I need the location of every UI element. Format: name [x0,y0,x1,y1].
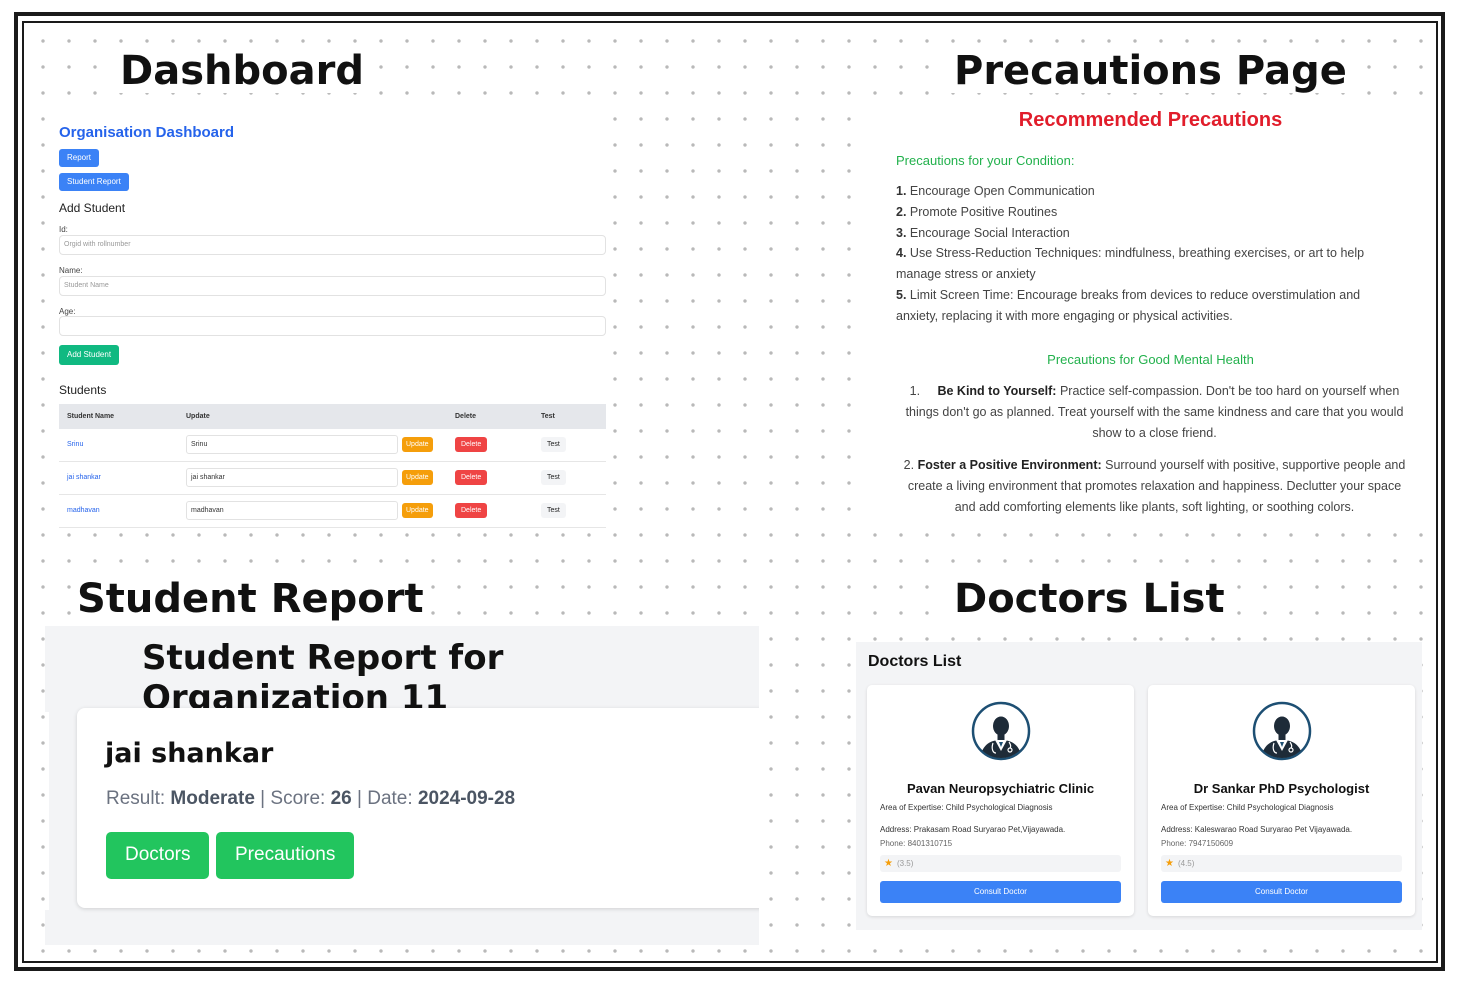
add-student-heading: Add Student [59,201,126,215]
doctor-phone: Phone: 7947150609 [1161,839,1234,848]
test-button[interactable]: Test [541,437,566,452]
doctor-address: Address: Kaleswarao Road Suryarao Pet Vi… [1161,825,1353,834]
update-name-input[interactable]: Srinu [186,435,398,454]
doctors-panel: Doctors List Pavan Neuropsychiatric Clin… [856,642,1422,930]
update-button[interactable]: Update [402,437,433,452]
update-button[interactable]: Update [402,503,433,518]
doctor-address: Address: Prakasam Road Suryarao Pet,Vija… [880,825,1066,834]
dashboard-panel: Organisation Dashboard Report Student Re… [46,116,610,528]
student-report-title: Student Report for Organization 11 [142,638,504,718]
list-item: 5. Limit Screen Time: Encourage breaks f… [896,287,1361,323]
star-icon: ★ [884,858,893,869]
section-title-dashboard: Dashboard [114,49,370,93]
star-icon: ★ [1165,858,1174,869]
doctor-rating: ★ (3.5) [880,855,1121,872]
delete-button[interactable]: Delete [455,503,488,518]
table-row: jai shankar jai shankar Update Delete Te… [59,462,606,495]
list-item: 1. Encourage Open Communication [896,184,1095,198]
date-value: 2024-09-28 [417,788,516,809]
doctor-card: Dr Sankar PhD Psychologist Area of Exper… [1148,685,1415,916]
update-name-input[interactable]: madhavan [186,501,398,520]
dashboard-title: Organisation Dashboard [59,124,235,141]
test-button[interactable]: Test [541,503,566,518]
report-summary: Result: Moderate | Score: 26 | Date: 202… [106,788,516,809]
consult-doctor-button[interactable]: Consult Doctor [1161,881,1402,903]
column-header-update: Update [186,413,210,420]
doctor-rating: ★ (4.5) [1161,855,1402,872]
student-report-button[interactable]: Student Report [59,173,129,191]
age-input[interactable] [59,316,606,336]
doctor-avatar-icon [971,701,1031,761]
precautions-panel: Recommended Precautions Precautions for … [873,103,1428,523]
mental-health-item: 2. Foster a Positive Environment: Surrou… [903,458,1406,514]
precautions-title: Recommended Precautions [1018,109,1283,131]
add-student-button[interactable]: Add Student [59,345,120,365]
condition-heading: Precautions for your Condition: [896,153,1075,168]
id-label: Id: [59,225,68,234]
condition-list: 1. Encourage Open Communication 2. Promo… [896,181,1401,327]
table-row: Srinu Srinu Update Delete Test [59,429,606,462]
list-item: 4. Use Stress-Reduction Techniques: mind… [896,246,1365,282]
doctors-button[interactable]: Doctors [106,832,210,879]
list-item: 3. Encourage Social Interaction [896,225,1070,240]
result-value: Moderate [170,788,255,809]
doctor-expertise: Area of Expertise: Child Psychological D… [880,803,1053,812]
age-label: Age: [59,307,76,316]
students-table-header: Student Name Update Delete Test [59,404,606,429]
column-header-test: Test [541,413,555,420]
doctor-avatar-icon [1252,701,1312,761]
table-row: madhavan madhavan Update Delete Test [59,495,606,528]
column-header-delete: Delete [455,413,477,420]
section-title-student-report: Student Report [71,577,430,621]
mental-health-item: 1. Be Kind to Yourself: Practice self-co… [905,384,1404,440]
precautions-button[interactable]: Precautions [216,832,355,879]
delete-button[interactable]: Delete [455,470,488,485]
student-name: jai shankar [105,738,274,769]
student-name-link[interactable]: Srinu [67,441,83,448]
doctor-name: Pavan Neuropsychiatric Clinic [906,781,1095,796]
student-report-card: jai shankar Result: Moderate | Score: 26… [77,708,759,908]
consult-doctor-button[interactable]: Consult Doctor [880,881,1121,903]
update-button[interactable]: Update [402,470,433,485]
score-value: 26 [330,788,352,809]
report-button[interactable]: Report [59,149,100,167]
student-name-link[interactable]: madhavan [67,507,100,514]
delete-button[interactable]: Delete [455,437,488,452]
previous-card-edge [45,712,49,910]
name-label: Name: [59,266,83,275]
name-input[interactable]: Student Name [59,276,606,296]
doctor-phone: Phone: 8401310715 [880,839,953,848]
mental-health-heading: Precautions for Good Mental Health [1047,352,1254,367]
student-report-panel: Student Report for Organization 11 jai s… [45,626,759,945]
test-button[interactable]: Test [541,470,566,485]
doctor-expertise: Area of Expertise: Child Psychological D… [1161,803,1334,812]
doctor-card: Pavan Neuropsychiatric Clinic Area of Ex… [867,685,1134,916]
students-heading: Students [59,383,107,397]
doctor-name: Dr Sankar PhD Psychologist [1193,781,1370,796]
doctors-list-title: Doctors List [868,653,962,670]
section-title-precautions: Precautions Page [948,49,1353,93]
section-title-doctors: Doctors List [948,577,1231,621]
list-item: 2. Promote Positive Routines [896,204,1058,219]
id-input[interactable]: Orgid with rollnumber [59,235,606,255]
update-name-input[interactable]: jai shankar [186,468,398,487]
student-name-link[interactable]: jai shankar [67,474,101,481]
column-header-student-name: Student Name [67,413,115,420]
